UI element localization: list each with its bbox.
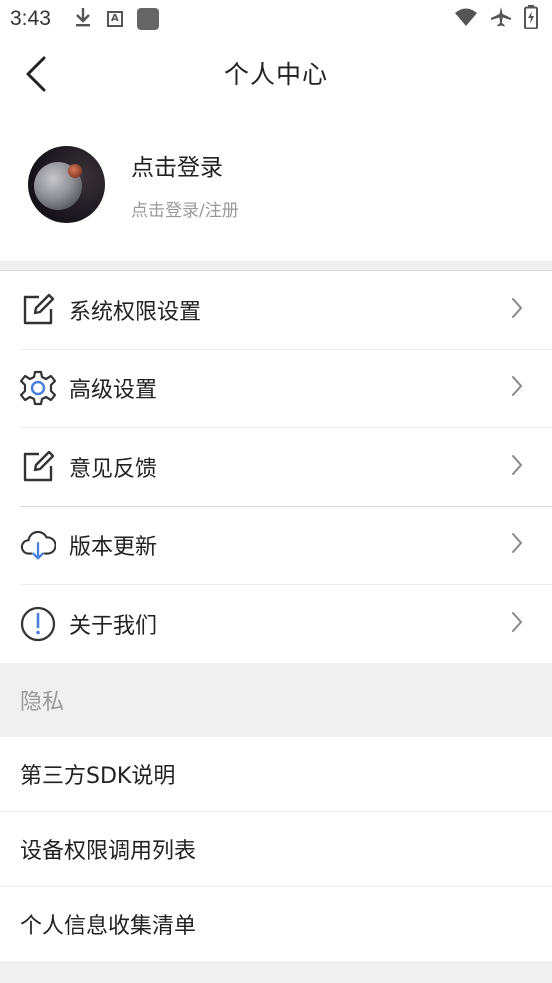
edit-icon (20, 292, 56, 328)
chevron-right-icon (510, 454, 524, 480)
bottom-spacer (0, 960, 552, 983)
info-icon (20, 606, 56, 642)
cloud-download-icon (20, 527, 56, 563)
section-gap (0, 261, 552, 270)
menu-item-label: 版本更新 (69, 535, 158, 561)
menu-item-version-update[interactable]: 版本更新 (0, 506, 552, 584)
chevron-right-icon (510, 611, 524, 637)
edit-icon (20, 449, 56, 485)
login-title[interactable]: 点击登录 (131, 148, 239, 182)
privacy-item-personal-info[interactable]: 个人信息收集清单 (0, 886, 552, 961)
back-button[interactable] (18, 54, 58, 94)
airplane-icon (490, 6, 512, 33)
privacy-section-header: 隐私 (0, 662, 552, 737)
menu-item-label: 高级设置 (69, 378, 158, 404)
menu-item-advanced-settings[interactable]: 高级设置 (0, 349, 552, 427)
menu-item-label: 关于我们 (69, 613, 158, 639)
chevron-right-icon (510, 375, 524, 401)
page-title: 个人中心 (223, 60, 328, 89)
chevron-left-icon (26, 56, 46, 92)
menu-item-label: 系统权限设置 (69, 299, 202, 325)
profile-section[interactable]: 点击登录 点击登录/注册 (0, 108, 552, 261)
chevron-right-icon (510, 532, 524, 558)
privacy-item-device-permissions[interactable]: 设备权限调用列表 (0, 811, 552, 886)
status-time: 3:43 (10, 7, 51, 30)
menu-item-about-us[interactable]: 关于我们 (0, 585, 552, 663)
chevron-right-icon (510, 297, 524, 323)
nav-bar: 个人中心 (0, 38, 552, 108)
avatar[interactable] (28, 146, 105, 223)
status-bar: 3:43 A (0, 0, 552, 38)
menu-item-feedback[interactable]: 意见反馈 (0, 428, 552, 506)
battery-charging-icon (524, 4, 538, 34)
download-icon (73, 6, 93, 33)
planet-image (68, 164, 82, 178)
menu-item-label: 意见反馈 (69, 456, 158, 482)
wifi-icon (454, 7, 478, 32)
gear-icon (20, 370, 56, 406)
privacy-item-third-party-sdk[interactable]: 第三方SDK说明 (0, 736, 552, 811)
menu-item-system-permissions[interactable]: 系统权限设置 (0, 271, 552, 349)
login-subtitle: 点击登录/注册 (131, 201, 239, 221)
app-square-icon (136, 8, 159, 30)
a-icon: A (106, 11, 123, 27)
